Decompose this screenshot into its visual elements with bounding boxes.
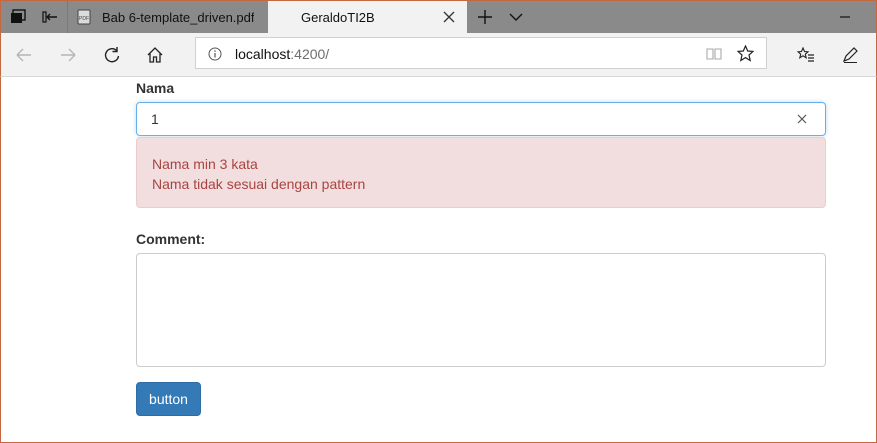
- tab-pdf[interactable]: PDF Bab 6-template_driven.pdf: [67, 1, 268, 33]
- tab-preview-chevron-down-icon[interactable]: [500, 1, 532, 33]
- home-icon[interactable]: [139, 39, 171, 71]
- browser-navbar: localhost:4200/: [0, 33, 877, 77]
- page-content: Nama Nama min 3 kata Nama tidak sesuai d…: [0, 77, 877, 443]
- minimize-icon[interactable]: [829, 1, 861, 33]
- info-icon[interactable]: [208, 47, 222, 61]
- address-bar[interactable]: localhost:4200/: [195, 37, 767, 69]
- web-note-pen-icon[interactable]: [834, 39, 866, 71]
- nama-input[interactable]: [137, 103, 787, 135]
- forward-icon[interactable]: [52, 39, 84, 71]
- tab-active[interactable]: GeraldoTI2B: [268, 1, 467, 33]
- pdf-icon: PDF: [76, 9, 92, 25]
- url-port-path: :4200/: [290, 46, 330, 62]
- tab-manager-icon[interactable]: [2, 1, 34, 33]
- favorites-hub-icon[interactable]: [790, 39, 822, 71]
- nama-label: Nama: [136, 80, 175, 96]
- tab-title: Bab 6-template_driven.pdf: [102, 9, 255, 25]
- favorite-star-icon[interactable]: [737, 45, 754, 62]
- reading-view-icon[interactable]: [706, 46, 722, 62]
- back-icon[interactable]: [8, 39, 40, 71]
- url-host: localhost: [235, 46, 291, 62]
- close-tab-icon[interactable]: [441, 9, 457, 25]
- error-pattern: Nama tidak sesuai dengan pattern: [152, 176, 366, 192]
- tab-title: GeraldoTI2B: [301, 9, 375, 25]
- browser-titlebar: PDF Bab 6-template_driven.pdf GeraldoTI2…: [0, 0, 877, 33]
- comment-label: Comment:: [136, 231, 206, 247]
- clear-input-icon[interactable]: [795, 112, 809, 126]
- new-tab-icon[interactable]: [469, 1, 501, 33]
- set-tabs-aside-icon[interactable]: [34, 1, 66, 33]
- svg-text:PDF: PDF: [79, 16, 89, 22]
- refresh-icon[interactable]: [96, 39, 128, 71]
- submit-button[interactable]: button: [136, 382, 201, 416]
- validation-error-alert: Nama min 3 kata Nama tidak sesuai dengan…: [136, 137, 826, 208]
- url-text: localhost:4200/: [235, 46, 329, 62]
- error-min-length: Nama min 3 kata: [152, 156, 258, 172]
- nama-field[interactable]: [136, 102, 826, 136]
- comment-textarea[interactable]: [136, 253, 826, 367]
